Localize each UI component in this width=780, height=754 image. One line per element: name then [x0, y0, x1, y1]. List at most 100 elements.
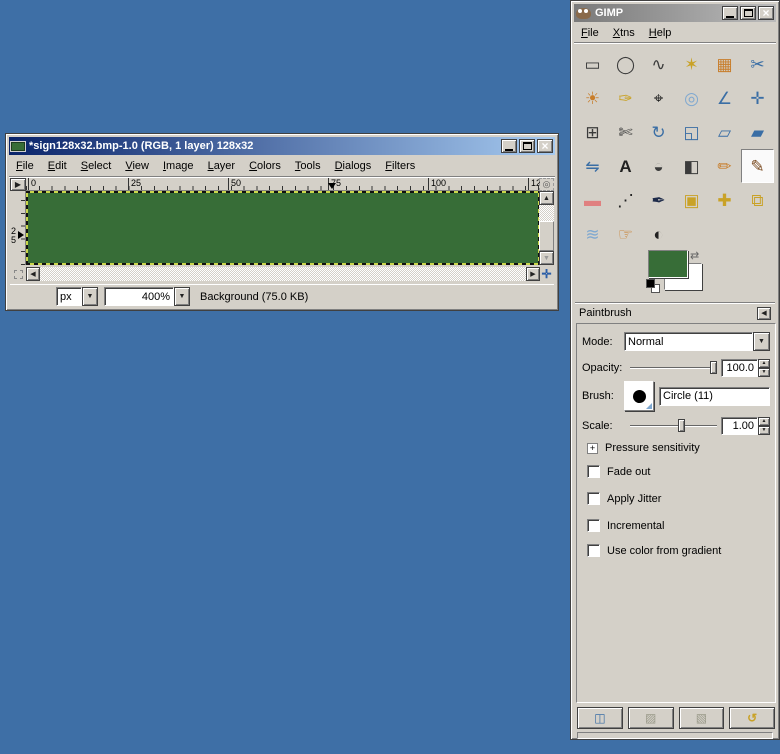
tool-blur-sharpen[interactable]: ≋ [576, 217, 609, 251]
menu-file[interactable]: File [574, 24, 606, 42]
default-colors-button[interactable] [646, 279, 660, 293]
fade-out-checkbox[interactable] [587, 465, 600, 478]
menu-filters[interactable]: Filters [378, 157, 422, 175]
fade-out-checkbox-row[interactable]: Fade out [587, 465, 650, 478]
quickmask-toggle-button[interactable] [10, 267, 26, 281]
scroll-up-icon[interactable]: ▲ [539, 191, 554, 205]
scrollbar-trough[interactable] [40, 267, 526, 281]
image-canvas[interactable] [26, 191, 540, 265]
scale-value[interactable]: 1.00 [721, 417, 758, 435]
tool-magnify[interactable]: ◎ [675, 81, 708, 115]
tool-crop[interactable]: ✄ [609, 115, 642, 149]
slider-thumb[interactable] [678, 419, 685, 432]
spin-down-icon[interactable]: ▼ [758, 368, 770, 377]
scale-spinner[interactable]: 1.00 ▲▼ [721, 417, 770, 435]
menu-image[interactable]: Image [156, 157, 201, 175]
scroll-down-icon[interactable]: ▼ [539, 251, 554, 265]
expand-plus-icon[interactable]: + [587, 443, 598, 454]
mode-dropdown[interactable]: Normal ▼ [624, 332, 770, 351]
zoom-value[interactable]: 400% [104, 287, 174, 306]
spin-up-icon[interactable]: ▲ [758, 417, 770, 426]
tool-rectangle-select[interactable]: ▭ [576, 47, 609, 81]
tool-smudge[interactable]: ☞ [609, 217, 642, 251]
tool-dodge-burn[interactable]: ◐ [642, 217, 675, 251]
brush-name-field[interactable]: Circle (11) [659, 387, 770, 406]
close-button[interactable]: × [758, 6, 774, 20]
zoom-combo[interactable]: 400% ▼ [104, 287, 190, 306]
tab-menu-button[interactable]: ◀ [757, 307, 771, 320]
pressure-sensitivity-expander[interactable]: + Pressure sensitivity [587, 442, 700, 454]
tool-ellipse-select[interactable]: ◯ [609, 47, 642, 81]
tool-ink[interactable]: ✒ [642, 183, 675, 217]
scrollbar-trough[interactable] [539, 205, 554, 221]
reset-options-button[interactable]: ↺ [729, 707, 775, 729]
tool-paths[interactable]: ✑ [609, 81, 642, 115]
tool-scissors-select[interactable]: ✂ [741, 47, 774, 81]
incremental-checkbox[interactable] [587, 519, 600, 532]
tool-shear[interactable]: ▱ [708, 115, 741, 149]
tool-bucket-fill[interactable]: ◒ [642, 149, 675, 183]
vertical-ruler[interactable]: 25 [10, 191, 26, 265]
tool-heal[interactable]: ✚ [708, 183, 741, 217]
tool-align[interactable]: ⊞ [576, 115, 609, 149]
delete-options-button[interactable]: ▧ [679, 707, 725, 729]
menu-tools[interactable]: Tools [288, 157, 328, 175]
tool-measure[interactable]: ∠ [708, 81, 741, 115]
chevron-down-icon[interactable]: ▼ [174, 287, 190, 306]
chevron-down-icon[interactable]: ▼ [82, 287, 98, 306]
apply-jitter-checkbox[interactable] [587, 492, 600, 505]
navigation-button[interactable]: ✛ [539, 267, 554, 281]
menu-colors[interactable]: Colors [242, 157, 288, 175]
menu-help[interactable]: Help [642, 24, 679, 42]
image-menu-button[interactable]: ▶ [10, 178, 26, 191]
tool-paintbrush[interactable]: ✎ [741, 149, 774, 183]
slider-thumb[interactable] [710, 361, 717, 374]
scrollbar-thumb[interactable] [539, 221, 554, 251]
menu-edit[interactable]: Edit [41, 157, 74, 175]
minimize-button[interactable] [501, 139, 517, 153]
use-color-from-gradient-checkbox-row[interactable]: Use color from gradient [587, 544, 721, 557]
tool-fuzzy-select[interactable]: ✶ [675, 47, 708, 81]
tool-pencil[interactable]: ✏ [708, 149, 741, 183]
tool-foreground-select[interactable]: ☀ [576, 81, 609, 115]
mode-value[interactable]: Normal [624, 332, 753, 351]
scroll-left-icon[interactable]: ◀ [26, 267, 40, 281]
horizontal-ruler[interactable]: 0 25 50 75 100 125 [26, 178, 540, 191]
opacity-slider[interactable] [630, 360, 717, 375]
opacity-value[interactable]: 100.0 [721, 359, 758, 377]
image-window-titlebar[interactable]: *sign128x32.bmp-1.0 (RGB, 1 layer) 128x3… [9, 137, 555, 155]
tool-move[interactable]: ✛ [741, 81, 774, 115]
tool-perspective-clone[interactable]: ⧉ [741, 183, 774, 217]
tool-eraser[interactable]: ▬ [576, 183, 609, 217]
tool-clone[interactable]: ▣ [675, 183, 708, 217]
use-color-from-gradient-checkbox[interactable] [587, 544, 600, 557]
menu-dialogs[interactable]: Dialogs [328, 157, 379, 175]
restore-options-button[interactable]: ▨ [628, 707, 674, 729]
close-button[interactable]: × [537, 139, 553, 153]
menu-select[interactable]: Select [74, 157, 119, 175]
maximize-button[interactable] [740, 6, 756, 20]
tool-perspective[interactable]: ▰ [741, 115, 774, 149]
tool-free-select[interactable]: ∿ [642, 47, 675, 81]
horizontal-scrollbar[interactable]: ◀ ▶ [26, 267, 540, 281]
opacity-spinner[interactable]: 100.0 ▲▼ [721, 359, 770, 377]
scale-slider[interactable] [630, 418, 717, 433]
incremental-checkbox-row[interactable]: Incremental [587, 519, 664, 532]
brush-preview-button[interactable] [624, 381, 654, 411]
chevron-down-icon[interactable]: ▼ [753, 332, 770, 351]
tool-color-picker[interactable]: ⌖ [642, 81, 675, 115]
save-options-button[interactable]: ◫ [577, 707, 623, 729]
menu-view[interactable]: View [118, 157, 156, 175]
zoom-follow-window-button[interactable]: ◎ [539, 178, 554, 191]
spin-up-icon[interactable]: ▲ [758, 359, 770, 368]
scroll-right-icon[interactable]: ▶ [526, 267, 540, 281]
menu-xtns[interactable]: Xtns [606, 24, 642, 42]
minimize-button[interactable] [722, 6, 738, 20]
unit-combo[interactable]: px ▼ [56, 287, 98, 306]
tool-flip[interactable]: ⇋ [576, 149, 609, 183]
unit-value[interactable]: px [56, 287, 82, 306]
spin-down-icon[interactable]: ▼ [758, 426, 770, 435]
menu-file[interactable]: File [9, 157, 41, 175]
swap-colors-button[interactable]: ⇄ [690, 249, 699, 262]
tool-rotate[interactable]: ↻ [642, 115, 675, 149]
